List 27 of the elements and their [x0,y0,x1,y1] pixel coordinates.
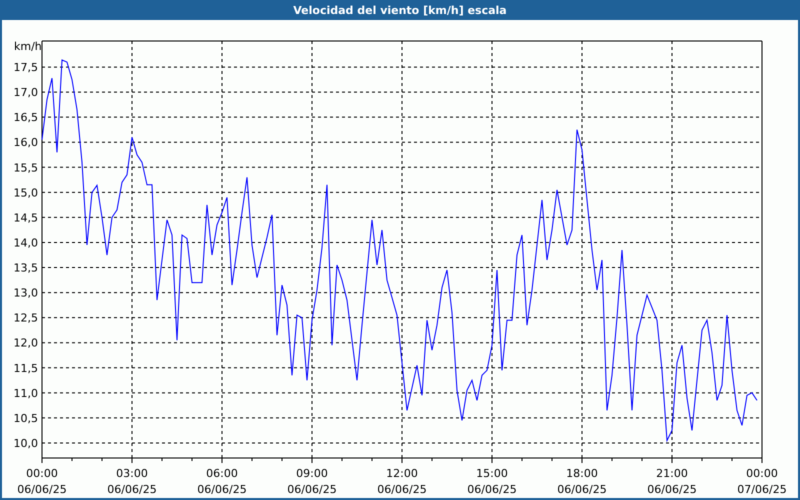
x-tick-label: 09:00 06/06/25 [286,466,338,496]
y-tick-label: 14,0 [14,236,38,250]
y-tick-label: 10,5 [14,412,38,425]
y-tick-label: 11,0 [14,386,38,400]
x-tick-label: 15:00 06/06/25 [466,466,518,496]
x-tick-label: 06:00 06/06/25 [196,466,248,496]
y-tick-label: 16,0 [14,136,38,150]
y-tick-label: 15,5 [14,161,38,174]
y-tick-label: 17,0 [14,86,38,100]
x-tick-label: 12:00 06/06/25 [376,466,428,496]
y-tick-label: 14,5 [14,211,38,224]
x-tick-label: 21:00 06/06/25 [646,466,698,496]
y-tick-label: 12,0 [14,336,38,350]
chart-title: Velocidad del viento [km/h] escala [293,4,507,16]
y-tick-label: 15,0 [14,186,38,200]
y-tick-label: 11,5 [14,362,38,375]
y-tick-label: 16,5 [14,111,38,124]
y-tick-label: 10,0 [14,436,38,450]
y-unit-label: km/h [14,40,42,53]
y-tick-label: 12,5 [14,312,38,325]
x-tick-label: 18:00 06/06/25 [556,466,608,496]
y-tick-label: 13,5 [14,262,38,275]
x-tick-label: 00:00 07/06/25 [736,466,788,496]
y-tick-label: 13,0 [14,286,38,300]
x-tick-label: 00:00 06/06/25 [16,466,68,496]
x-tick-label: 03:00 06/06/25 [106,466,158,496]
y-tick-label: 17,5 [14,61,38,74]
